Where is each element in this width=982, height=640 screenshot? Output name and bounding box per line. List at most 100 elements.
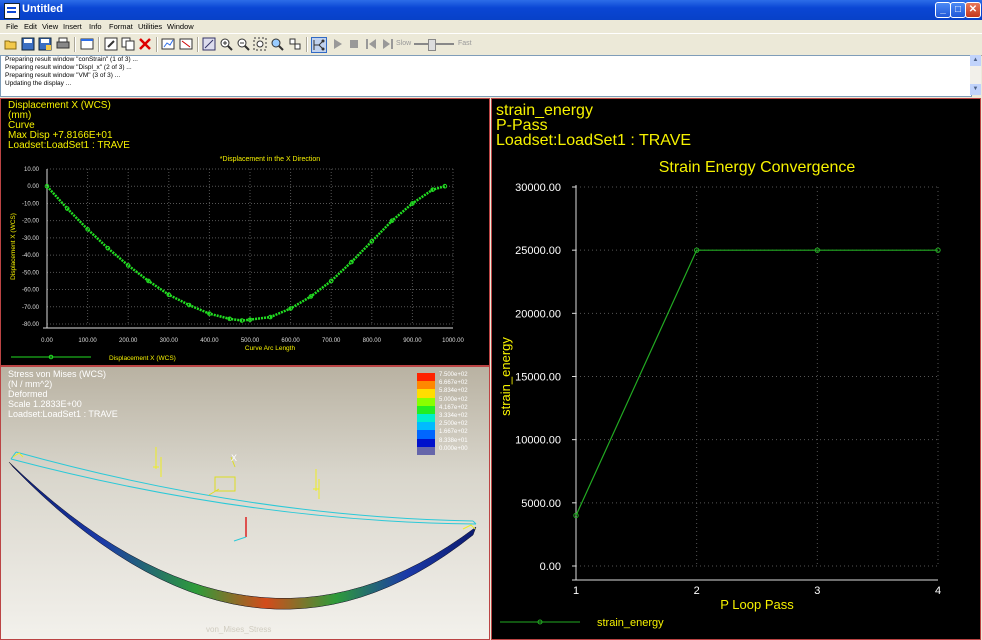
constraint-symbol bbox=[12, 447, 476, 530]
y-tick-label: 5000.00 bbox=[521, 498, 561, 510]
wcs-triad bbox=[233, 517, 247, 542]
menu-file[interactable]: File bbox=[6, 22, 18, 31]
menu-insert[interactable]: Insert bbox=[63, 22, 82, 31]
stop-icon[interactable] bbox=[347, 37, 361, 51]
y-tick-label: -30.00 bbox=[22, 236, 40, 242]
title-bar: Untitled _ □ ✕ bbox=[0, 0, 982, 20]
zoom-window-icon[interactable] bbox=[253, 37, 267, 51]
y-tick-label: 10.00 bbox=[24, 167, 40, 173]
x-tick-label: 4 bbox=[935, 585, 941, 597]
window-icon-1[interactable] bbox=[161, 37, 175, 51]
fast-label: Fast bbox=[458, 40, 472, 47]
step-forward-icon[interactable] bbox=[381, 37, 395, 51]
pan-icon[interactable] bbox=[270, 37, 284, 51]
y-tick-label: 25000.00 bbox=[515, 245, 561, 257]
menu-utilities[interactable]: Utilities bbox=[138, 22, 162, 31]
undeformed-outline bbox=[10, 451, 477, 525]
y-tick-label: -20.00 bbox=[22, 219, 40, 225]
y-tick-label: -40.00 bbox=[22, 253, 40, 259]
y-tick-label: 0.00 bbox=[540, 561, 561, 573]
maximize-button[interactable]: □ bbox=[950, 2, 966, 18]
message-log: Preparing result window "conStrain" (1 o… bbox=[0, 55, 972, 97]
x-tick-label: 1000.00 bbox=[442, 338, 464, 344]
save-icon[interactable] bbox=[21, 37, 35, 51]
menu-view[interactable]: View bbox=[42, 22, 58, 31]
x-tick-label: 3 bbox=[814, 585, 820, 597]
vonmises-footer: von_Mises_Stress bbox=[206, 625, 272, 634]
message-line: Preparing result window "VM" (3 of 3) ..… bbox=[5, 72, 121, 79]
undeformed-outline bbox=[15, 451, 474, 522]
refit-icon[interactable] bbox=[202, 37, 216, 51]
chart-title: Strain Energy Convergence bbox=[659, 159, 856, 176]
window-title: Untitled bbox=[22, 3, 63, 15]
vonmises-pane[interactable]: Stress von Mises (WCS) (N / mm^2) Deform… bbox=[0, 366, 490, 640]
y-tick-label: -80.00 bbox=[22, 322, 40, 328]
x-tick-label: 400.00 bbox=[200, 338, 219, 344]
menu-bar: File Edit View Insert Info Format Utilit… bbox=[0, 20, 982, 33]
step-back-icon[interactable] bbox=[364, 37, 378, 51]
toolbar: Slow Fast bbox=[0, 33, 982, 56]
displacement-chart: *Displacement in the X Direction 10.00 0.0… bbox=[10, 156, 465, 362]
open-icon[interactable] bbox=[4, 37, 18, 51]
toolbar-separator bbox=[306, 37, 308, 52]
displacement-series-line bbox=[46, 185, 446, 322]
menu-info[interactable]: Info bbox=[89, 22, 102, 31]
edit-icon[interactable] bbox=[104, 37, 118, 51]
y-tick-label: 15000.00 bbox=[515, 372, 561, 384]
speed-slider[interactable] bbox=[414, 39, 454, 51]
y-tick-label: -10.00 bbox=[22, 201, 40, 207]
zoom-in-icon[interactable] bbox=[219, 37, 233, 51]
toolbar-separator bbox=[197, 37, 199, 52]
chart-title: *Displacement in the X Direction bbox=[220, 156, 320, 163]
print-icon[interactable] bbox=[56, 37, 70, 51]
y-tick-label: 10000.00 bbox=[515, 435, 561, 447]
copy-window-icon[interactable] bbox=[80, 37, 94, 51]
y-tick-label: -50.00 bbox=[22, 270, 40, 276]
legend-label: Displacement X (WCS) bbox=[109, 355, 176, 362]
copy-icon[interactable] bbox=[121, 37, 135, 51]
x-tick-label: 500.00 bbox=[241, 338, 260, 344]
message-line: Preparing result window "Displ_x" (2 of … bbox=[5, 64, 132, 71]
window-icon-2[interactable] bbox=[179, 37, 193, 51]
y-tick-label: 0.00 bbox=[27, 184, 39, 190]
save-as-icon[interactable] bbox=[38, 37, 52, 51]
app-icon bbox=[4, 3, 20, 19]
menu-window[interactable]: Window bbox=[167, 22, 194, 31]
x-tick-label: 300.00 bbox=[160, 338, 179, 344]
legend-label: strain_energy bbox=[597, 617, 664, 629]
displacement-pane[interactable]: Displacement X (WCS) (mm) Curve Max Disp… bbox=[0, 98, 490, 366]
beam-model-view: X bbox=[8, 447, 477, 610]
play-icon[interactable] bbox=[330, 37, 344, 51]
y-axis-label: strain_energy bbox=[498, 337, 513, 416]
x-tick-label: 2 bbox=[694, 585, 700, 597]
menu-edit[interactable]: Edit bbox=[24, 22, 37, 31]
message-line: Preparing result window "conStrain" (1 o… bbox=[5, 56, 138, 63]
animation-icon[interactable] bbox=[311, 37, 327, 53]
toolbar-separator bbox=[74, 37, 76, 52]
slow-label: Slow bbox=[396, 40, 412, 47]
axis-label: X bbox=[231, 453, 237, 463]
x-axis-label: Curve Arc Length bbox=[245, 345, 296, 352]
speed-slider-thumb[interactable] bbox=[427, 39, 436, 51]
x-tick-label: 800.00 bbox=[363, 338, 382, 344]
message-line: Updating the display ... bbox=[5, 80, 72, 87]
menu-format[interactable]: Format bbox=[109, 22, 133, 31]
x-axis-label: P Loop Pass bbox=[720, 597, 794, 612]
delete-icon[interactable] bbox=[138, 37, 152, 51]
strain-series-line bbox=[575, 249, 938, 516]
x-tick-label: 600.00 bbox=[281, 338, 300, 344]
strain-energy-pane[interactable]: strain_energy P-Pass Loadset:LoadSet1 : … bbox=[491, 98, 981, 640]
minimize-button[interactable]: _ bbox=[935, 2, 951, 18]
close-button[interactable]: ✕ bbox=[965, 2, 981, 18]
message-scrollbar[interactable]: ▲ ▼ bbox=[970, 55, 981, 95]
x-tick-label: 900.00 bbox=[403, 338, 422, 344]
scroll-down-icon[interactable]: ▼ bbox=[970, 84, 981, 95]
y-tick-label: 20000.00 bbox=[515, 308, 561, 320]
x-tick-label: 700.00 bbox=[322, 338, 341, 344]
scroll-up-icon[interactable]: ▲ bbox=[970, 55, 981, 66]
spin-icon[interactable] bbox=[288, 37, 302, 51]
zoom-out-icon[interactable] bbox=[236, 37, 250, 51]
deformed-beam bbox=[8, 461, 477, 610]
x-tick-label: 1 bbox=[573, 585, 579, 597]
strain-energy-chart: Strain Energy Convergence30000.0025000.0… bbox=[498, 159, 941, 629]
